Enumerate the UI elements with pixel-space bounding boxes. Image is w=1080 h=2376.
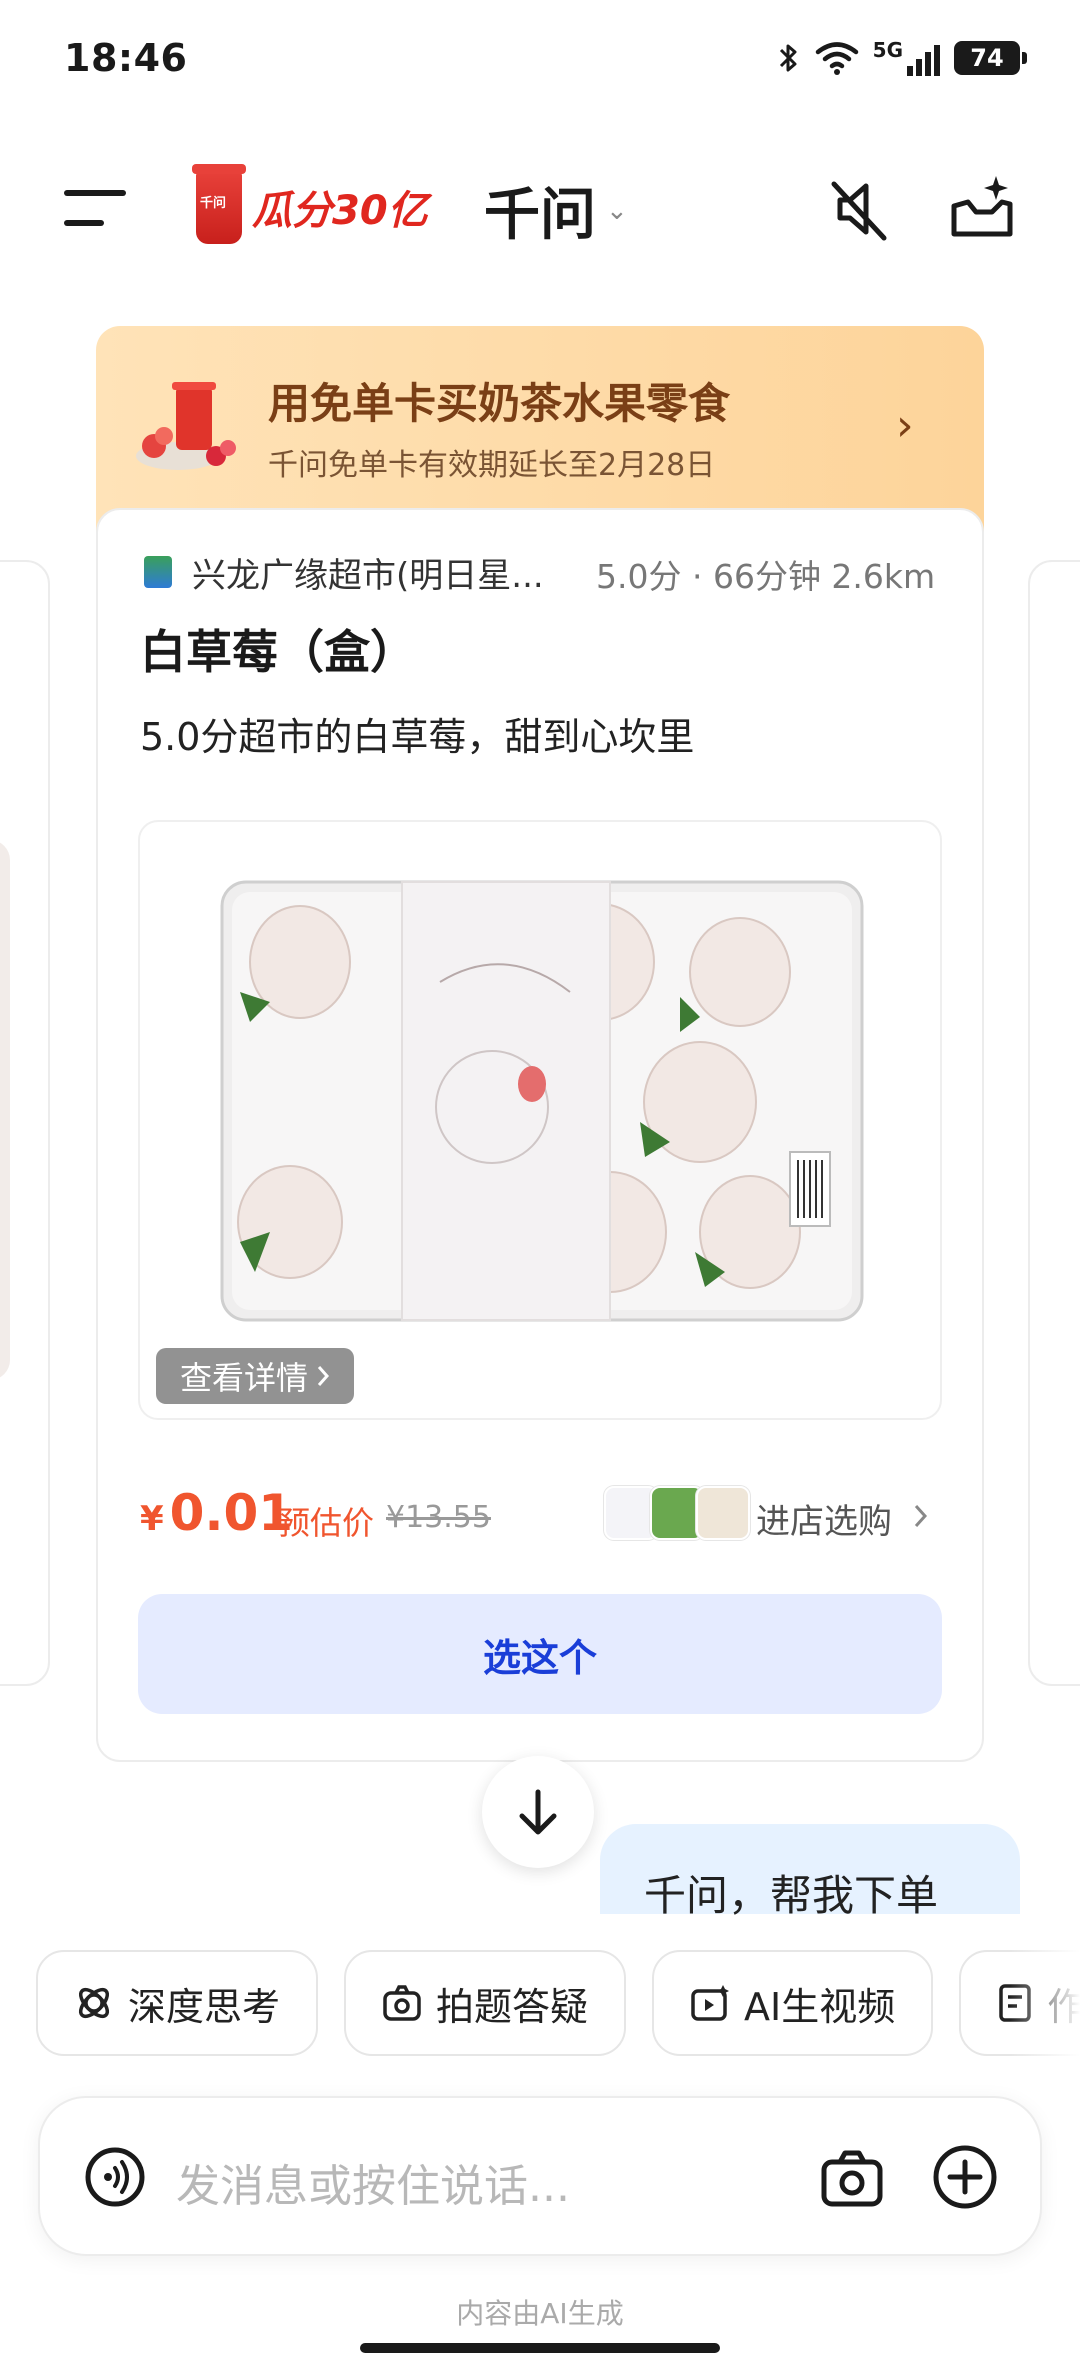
status-icons: 5G 74 — [777, 40, 1027, 76]
banner-subtitle: 千问免单卡有效期延长至2月28日 — [268, 448, 716, 483]
store-item-thumbnails[interactable] — [604, 1486, 750, 1540]
view-details-label: 查看详情 — [179, 1359, 308, 1397]
price-label: 预估价 — [278, 1504, 375, 1542]
milk-tea-cup-icon: 千问 — [192, 164, 246, 244]
price: ¥ 0.01 — [140, 1484, 293, 1542]
wifi-icon — [815, 42, 858, 75]
chip-photo-question[interactable]: 拍题答疑 — [344, 1950, 627, 2056]
chip-label: AI生视频 — [744, 1984, 896, 2029]
store-logo-icon — [144, 556, 172, 588]
product-name: 白草莓（盒） — [140, 625, 416, 679]
scroll-down-button[interactable] — [482, 1756, 594, 1868]
plus-icon[interactable] — [932, 2144, 998, 2210]
menu-icon[interactable] — [64, 190, 126, 230]
chip-label: 深度思考 — [128, 1984, 281, 2029]
promo-text: 瓜分30亿 — [252, 188, 428, 234]
price-symbol: ¥ — [140, 1499, 164, 1539]
quick-action-chips: 深度思考 拍题答疑 AI生视频 作 — [36, 1950, 1080, 2056]
chevron-right-icon[interactable] — [912, 1496, 930, 1536]
thumbnail-item — [696, 1486, 750, 1540]
banner-title: 用免单卡买奶茶水果零食 — [268, 379, 731, 428]
chip-deep-thinking[interactable]: 深度思考 — [36, 1950, 319, 2056]
product-description: 5.0分超市的白草莓，甜到心坎里 — [140, 715, 695, 759]
brain-icon — [78, 1987, 110, 2019]
price-value: 0.01 — [169, 1484, 294, 1542]
store-meta: 5.0分 · 66分钟 2.6km — [596, 557, 936, 596]
chip-ai-video[interactable]: AI生视频 — [652, 1950, 934, 2056]
arrow-down-icon — [519, 1789, 557, 1835]
chevron-right-icon — [317, 1366, 330, 1386]
milk-tea-fruit-icon — [136, 382, 236, 470]
network-type: 5G — [872, 38, 903, 62]
battery-level: 74 — [970, 44, 1004, 72]
product-image[interactable] — [138, 820, 942, 1420]
bluetooth-icon — [779, 44, 797, 72]
battery-icon: 74 — [954, 41, 1027, 75]
chevron-right-icon[interactable]: › — [896, 400, 914, 451]
app-title[interactable]: 千问 ⌄ — [484, 170, 628, 251]
ai-generated-note: 内容由AI生成 — [456, 2297, 624, 2330]
visit-store-link[interactable]: 进店选购 — [756, 1494, 892, 1543]
promo-logo[interactable]: 千问 瓜分30亿 — [192, 164, 428, 244]
chips-fade — [1010, 1946, 1080, 2060]
camera-question-icon — [383, 1985, 421, 2021]
home-indicator[interactable] — [360, 2343, 720, 2353]
view-details-button[interactable]: 查看详情 — [156, 1348, 354, 1404]
app-title-text: 千问 — [484, 183, 596, 248]
original-price: ¥13.55 — [386, 1500, 491, 1535]
user-message-text: 千问，帮我下单 — [644, 1871, 939, 1920]
cellular-signal-icon: 5G — [873, 40, 940, 76]
previous-product-image — [0, 840, 10, 1380]
store-name[interactable]: 兴龙广缘超市(明日星... — [192, 548, 544, 597]
select-this-button[interactable]: 选这个 — [138, 1594, 942, 1714]
camera-icon[interactable] — [820, 2148, 884, 2208]
speaker-mute-icon[interactable] — [826, 176, 892, 242]
cup-label: 千问 — [200, 196, 227, 211]
status-time: 18:46 — [64, 36, 188, 80]
strawberry-box-image — [220, 880, 864, 1322]
message-input-placeholder[interactable]: 发消息或按住说话... — [176, 2150, 570, 2214]
voice-icon[interactable] — [84, 2146, 146, 2208]
chevron-down-icon: ⌄ — [606, 195, 628, 226]
new-chat-sparkle-icon[interactable] — [946, 172, 1018, 244]
video-spark-icon — [691, 1985, 730, 2021]
chip-label: 拍题答疑 — [436, 1984, 589, 2029]
next-product-card[interactable] — [1028, 560, 1080, 1686]
